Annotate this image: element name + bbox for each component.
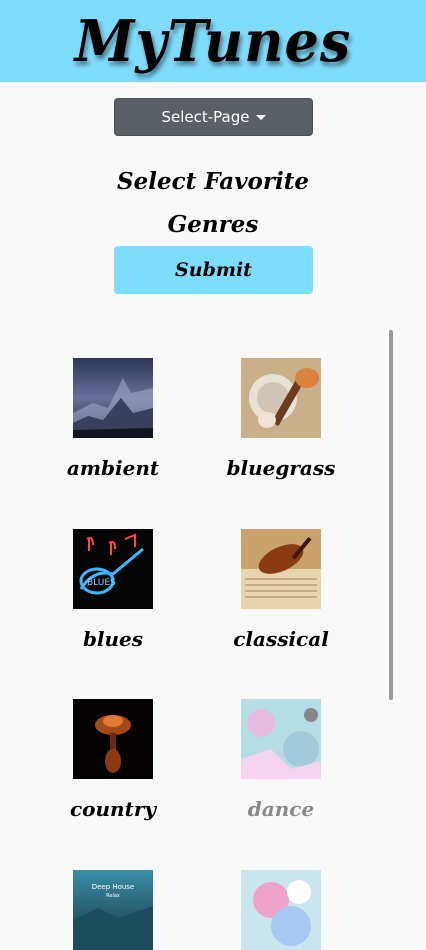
classical-thumbnail xyxy=(241,529,321,609)
genre-thumbnail xyxy=(241,870,321,950)
genre-card-next[interactable] xyxy=(201,870,361,950)
submit-button[interactable]: Submit xyxy=(114,246,313,294)
genre-label: classical xyxy=(233,627,329,651)
genre-card-bluegrass[interactable]: bluegrass xyxy=(201,358,361,480)
svg-text:BLUES: BLUES xyxy=(87,578,116,588)
heading-line-2: Genres xyxy=(167,211,259,238)
heading-line-1: Select Favorite xyxy=(116,168,310,195)
genre-card-country[interactable]: country xyxy=(33,699,193,821)
genre-label: blues xyxy=(82,627,144,651)
genre-label: ambient xyxy=(66,456,160,480)
country-thumbnail xyxy=(73,699,153,779)
page-heading: Select Favorite Genres xyxy=(0,160,426,246)
select-page-label: Select-Page xyxy=(161,108,250,126)
deep-house-cover-subtitle: Relax xyxy=(106,893,120,899)
genre-list-scrollbar[interactable] xyxy=(389,330,393,700)
blues-thumbnail: BLUES xyxy=(73,529,153,609)
caret-down-icon xyxy=(255,114,266,120)
submit-label: Submit xyxy=(175,259,252,281)
app-logo-title: MyTunes xyxy=(74,7,352,75)
deep-house-cover-title: Deep House xyxy=(92,883,135,891)
select-page-dropdown[interactable]: Select-Page xyxy=(114,98,313,136)
genre-label: bluegrass xyxy=(226,456,336,480)
genre-card-ambient[interactable]: ambient xyxy=(33,358,193,480)
genre-label: country xyxy=(70,797,156,821)
genre-card-classical[interactable]: classical xyxy=(201,529,361,651)
genre-card-dance[interactable]: dance xyxy=(201,699,361,821)
app-header: MyTunes xyxy=(0,0,426,82)
genre-card-blues[interactable]: BLUES blues xyxy=(33,529,193,651)
ambient-thumbnail xyxy=(73,358,153,438)
bluegrass-thumbnail xyxy=(241,358,321,438)
dance-thumbnail xyxy=(241,699,321,779)
genre-label: dance xyxy=(247,797,315,821)
deep-house-thumbnail: Deep House Relax xyxy=(73,870,153,950)
genre-card-deep-house[interactable]: Deep House Relax xyxy=(33,870,193,950)
